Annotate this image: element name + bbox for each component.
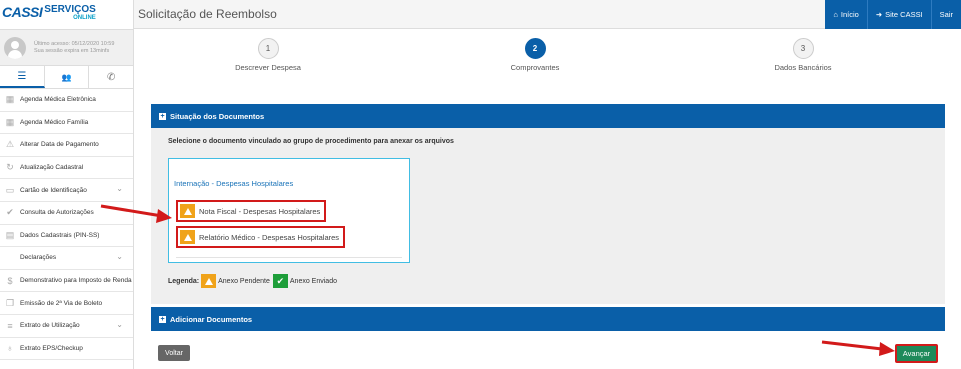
sidebar-item[interactable]: ↻ Atualização Cadastral xyxy=(0,157,133,180)
sidebar-item[interactable]: ❐ Emissão de 2ª Via de Boleto xyxy=(0,292,133,315)
back-button[interactable]: Voltar xyxy=(158,345,190,361)
check-icon: ✔ xyxy=(272,274,288,288)
copy-icon: ❐ xyxy=(5,297,15,308)
documents-panel-body: Selecione o documento vinculado ao grupo… xyxy=(151,128,945,304)
stepper: 1 Descrever Despesa 2 Comprovantes 3 Dad… xyxy=(134,29,961,84)
add-documents-title: Adicionar Documentos xyxy=(170,314,253,324)
card-icon: ▭ xyxy=(5,184,15,195)
chevron-down-icon[interactable]: ⌄ xyxy=(116,184,123,193)
blank-icon xyxy=(4,252,16,264)
menu-icon: ☰ xyxy=(17,70,27,82)
sidebar-item-label: Demonstrativo para Imposto de Renda xyxy=(20,277,132,285)
warning-icon: ⚠ xyxy=(5,139,15,150)
refresh-icon: ↻ xyxy=(6,162,14,173)
sidebar-item-label: Declarações xyxy=(20,254,57,262)
instruction-text: Selecione o documento vinculado ao grupo… xyxy=(168,138,454,145)
nav-home[interactable]: ⌂ Início xyxy=(825,0,866,29)
document-item-nota-fiscal[interactable]: Nota Fiscal - Despesas Hospitalares xyxy=(176,200,327,222)
sidebar-item[interactable]: ♁ Extrato EPS/Checkup xyxy=(0,338,133,361)
sidebar-item[interactable]: ⚠ Alterar Data de Pagamento xyxy=(0,134,133,157)
avatar[interactable] xyxy=(4,36,26,59)
documents-panel: + Situação dos Documentos Selecione o do… xyxy=(151,104,945,304)
sidebar-item-label: Atualização Cadastral xyxy=(20,164,84,172)
plus-icon: + xyxy=(159,112,166,120)
document-item-label: Relatório Médico - Despesas Hospitalares xyxy=(199,232,340,242)
logo-line1: SERVIÇOS xyxy=(44,4,96,15)
step-label: Descrever Despesa xyxy=(235,63,301,72)
legend-sent: Anexo Enviado xyxy=(289,277,337,285)
table-icon: ▤ xyxy=(5,229,15,240)
last-access-text: Último acesso: 05/12/2020 10:59 xyxy=(34,40,115,47)
profile-section: Último acesso: 05/12/2020 10:59 Sua sess… xyxy=(0,29,133,65)
annotation-arrow-right xyxy=(821,340,895,356)
nav-logout[interactable]: Sair xyxy=(930,0,961,29)
check-icon: ✔ xyxy=(6,207,14,218)
tab-menu[interactable]: ☰ xyxy=(0,66,45,88)
add-documents-header[interactable]: + Adicionar Documentos xyxy=(151,307,945,331)
sidebar-item[interactable]: ▦ Agenda Médica Eletrônica xyxy=(0,89,133,112)
sidebar-item-label: Cartão de Identificação xyxy=(20,186,87,194)
phone-icon: ✆ xyxy=(106,71,116,83)
sidebar-item-label: Extrato EPS/Checkup xyxy=(20,344,83,352)
step-number: 3 xyxy=(792,38,814,59)
cassi-logo[interactable]: CASSI SERVIÇOS ONLINE xyxy=(0,0,133,29)
sidebar-item[interactable]: ▦ Agenda Médico Família xyxy=(0,112,133,135)
logo-line2: ONLINE xyxy=(73,15,96,21)
documents-panel-header[interactable]: + Situação dos Documentos xyxy=(151,104,945,128)
sidebar-item-label: Dados Cadastrais (PIN-SS) xyxy=(20,231,100,239)
sidebar-item-label: Alterar Data de Pagamento xyxy=(20,141,99,149)
warning-icon xyxy=(180,204,195,218)
sidebar-item-label: Emissão de 2ª Via de Boleto xyxy=(20,299,103,307)
step-label: Comprovantes xyxy=(510,63,560,72)
home-icon: ⌂ xyxy=(833,10,838,19)
divider xyxy=(176,257,402,258)
plus-icon: + xyxy=(159,315,166,323)
tab-users[interactable]: 👥 xyxy=(45,66,90,88)
step-2: 2 Comprovantes xyxy=(485,38,585,72)
sidebar-item[interactable]: $ Demonstrativo para Imposto de Renda xyxy=(0,270,133,293)
legend-label: Legenda: xyxy=(168,277,200,285)
sidebar-tabs: ☰ 👥 ✆ xyxy=(0,65,133,89)
calendar-icon: ▦ xyxy=(5,116,15,127)
share-icon: ➜ xyxy=(875,10,883,19)
annotation-arrow-left xyxy=(100,204,172,223)
chevron-down-icon[interactable]: ⌄ xyxy=(116,252,123,261)
session-expiry-text: Sua sessão expira em 13minfs xyxy=(34,47,110,54)
sidebar: CASSI SERVIÇOS ONLINE Último acesso: 05/… xyxy=(0,0,134,369)
nav-site-cassi[interactable]: ➜ Site CASSI xyxy=(866,0,931,29)
step-label: Dados Bancários xyxy=(774,63,832,72)
tab-phone[interactable]: ✆ xyxy=(89,66,133,88)
step-3: 3 Dados Bancários xyxy=(753,38,853,72)
warning-icon xyxy=(201,274,217,288)
sidebar-item-label: Consulta de Autorizações xyxy=(20,209,94,217)
header: Solicitação de Reembolso ⌂ Início ➜ Site C… xyxy=(134,0,961,29)
step-number: 2 xyxy=(524,38,546,59)
document-group-label[interactable]: Internação - Despesas Hospitalares xyxy=(174,179,293,188)
document-item-label: Nota Fiscal - Despesas Hospitalares xyxy=(199,206,321,216)
step-number: 1 xyxy=(257,38,279,59)
document-item-relatorio-medico[interactable]: Relatório Médico - Despesas Hospitalares xyxy=(176,226,346,248)
calendar-icon: ▦ xyxy=(5,94,15,105)
sidebar-item[interactable]: ≡ Extrato de Utilização ⌄ xyxy=(0,315,133,338)
document-list: Internação - Despesas Hospitalares Nota … xyxy=(168,158,410,263)
logo-brand: CASSI xyxy=(2,4,43,20)
top-nav: ⌂ Início ➜ Site CASSI Sair xyxy=(825,0,961,29)
stethoscope-icon: ♁ xyxy=(6,343,14,354)
sidebar-item-label: Agenda Médica Eletrônica xyxy=(20,96,96,104)
legend-pending: Anexo Pendente xyxy=(218,277,270,285)
users-icon: 👥 xyxy=(61,72,72,82)
add-documents-panel: + Adicionar Documentos xyxy=(151,307,945,331)
next-button[interactable]: Avançar xyxy=(895,344,938,363)
sidebar-item[interactable]: Declarações ⌄ xyxy=(0,247,133,270)
warning-icon xyxy=(180,230,195,244)
list-icon: ≡ xyxy=(7,320,13,331)
step-1: 1 Descrever Despesa xyxy=(218,38,318,72)
dollar-icon: $ xyxy=(7,275,13,286)
documents-panel-title: Situação dos Documentos xyxy=(170,111,265,121)
legend: Legenda: Anexo Pendente ✔ Anexo Enviado xyxy=(168,274,340,288)
chevron-down-icon[interactable]: ⌄ xyxy=(116,320,123,329)
sidebar-item-label: Agenda Médico Família xyxy=(20,118,89,126)
page-title: Solicitação de Reembolso xyxy=(138,7,277,21)
sidebar-item-label: Extrato de Utilização xyxy=(20,322,80,330)
